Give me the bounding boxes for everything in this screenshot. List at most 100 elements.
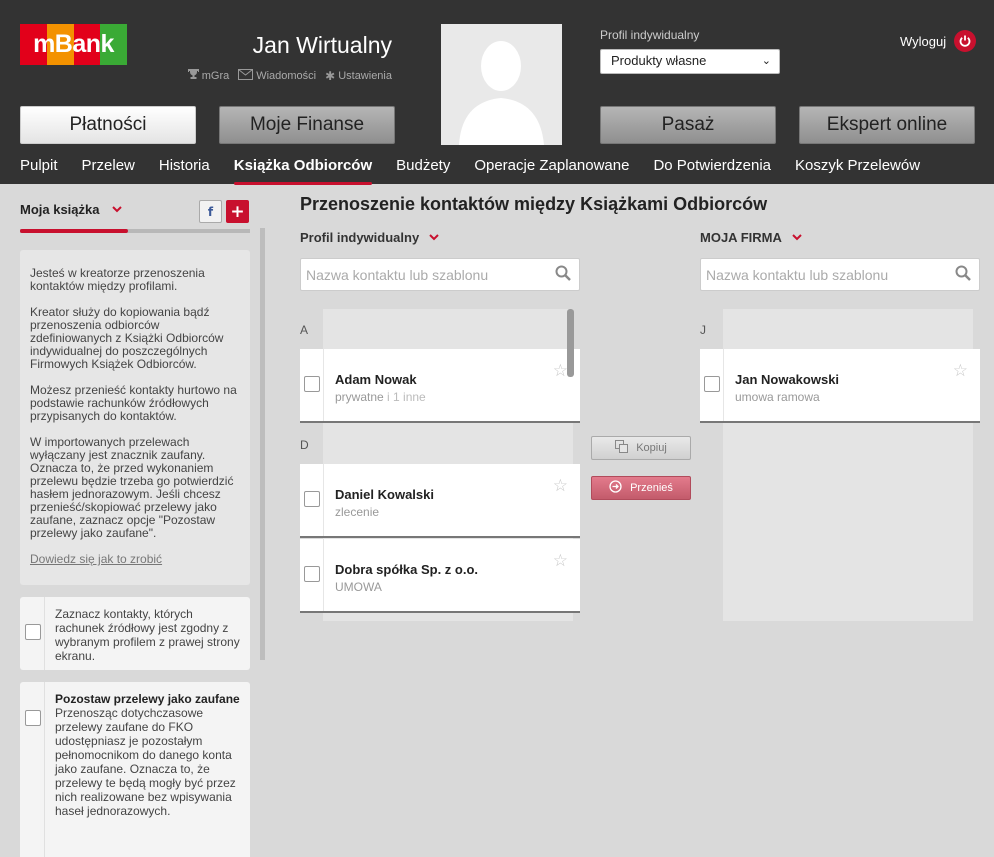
tab-ekspert-online-label: Ekspert online [826,114,948,135]
settings-link[interactable]: ✱ Ustawienia [325,68,392,83]
group-letter: J [700,323,706,337]
power-icon [954,30,977,52]
source-profile-selector[interactable]: Profil indywidualny [300,230,439,245]
book-selector[interactable]: Moja książka [20,202,122,217]
subnav-ksiazka-odbiorcow[interactable]: Książka Odbiorców [233,157,373,185]
contact-card[interactable]: Dobra spółka Sp. z o.o. UMOWA ☆ [300,539,580,613]
contact-card[interactable]: Jan Nowakowski umowa ramowa ☆ [700,349,980,423]
profile-select[interactable]: Produkty własne ⌄ [600,49,780,74]
chevron-down-icon: ⌄ [761,55,771,67]
sidebar-scrollbar[interactable] [260,228,265,660]
info-paragraph: Możesz przenieść kontakty hurtowo na pod… [30,383,237,423]
copy-button[interactable]: Kopiuj [591,436,691,460]
contact-description: prywatne [335,390,384,404]
move-button[interactable]: Przenieś [591,476,691,500]
mgra-link[interactable]: mGra [187,68,230,83]
source-search-input[interactable] [301,259,541,290]
subnav-przelew[interactable]: Przelew [82,157,135,174]
tab-moje-finanse-label: Moje Finanse [249,114,365,135]
group-letter: A [300,323,309,337]
gear-icon: ✱ [325,68,336,83]
contact-extra: i 1 inne [383,390,426,404]
target-profile-selector[interactable]: MOJA FIRMA [700,230,802,245]
contact-name: Daniel Kowalski [335,487,434,502]
help-link[interactable]: Dowiedz się jak to zrobić [30,552,162,566]
tab-pasaz[interactable]: Pasaż [600,106,776,144]
star-icon[interactable]: ☆ [553,551,568,571]
star-icon[interactable]: ☆ [553,361,568,381]
source-profile-label: Profil indywidualny [300,230,420,245]
tab-ekspert-online[interactable]: Ekspert online [799,106,975,144]
messages-link[interactable]: Wiadomości [238,68,316,83]
info-paragraph: Jesteś w kreatorze przenoszenia kontaktó… [30,266,205,293]
contact-card[interactable]: Adam Nowak prywatne i 1 inne ☆ [300,349,580,423]
tab-platnosci-label: Płatności [69,114,147,135]
settings-label: Ustawienia [338,69,392,82]
contact-checkbox[interactable] [304,566,320,582]
group-letter: D [300,438,309,452]
target-search [700,258,980,291]
mbank-logo[interactable]: mBank [20,24,127,65]
user-name: Jan Wirtualny [252,32,392,58]
star-icon[interactable]: ☆ [953,361,968,381]
target-search-input[interactable] [701,259,941,290]
source-search [300,258,580,291]
contact-card[interactable]: Daniel Kowalski zlecenie ☆ [300,464,580,538]
copy-icon [615,440,629,456]
chevron-down-icon [111,204,122,216]
profile-label: Profil indywidualny [600,28,700,42]
search-icon[interactable] [555,265,571,281]
top-header: mBank Jan Wirtualny mGra Wiadomości ✱ Us… [0,0,994,185]
tab-platnosci[interactable]: Płatności [20,106,196,144]
profile-select-value: Produkty własne [611,53,707,68]
mgra-label: mGra [201,69,230,82]
trophy-icon [187,68,199,83]
logo-text: mBank [33,30,114,58]
info-paragraph: W importowanych przelewach wyłączany jes… [30,435,234,540]
option-keep-trusted-title: Pozostaw przelewy jako zaufane [55,692,240,706]
wizard-progress [20,229,250,233]
subnav-historia[interactable]: Historia [159,157,210,174]
contact-checkbox[interactable] [304,376,320,392]
contact-checkbox[interactable] [304,491,320,507]
option-keep-trusted: Pozostaw przelewy jako zaufane Przenoszą… [20,682,250,857]
star-icon[interactable]: ☆ [553,476,568,496]
contact-name: Dobra spółka Sp. z o.o. [335,562,479,577]
subnav-koszyk-przelewow[interactable]: Koszyk Przelewów [795,157,920,174]
facebook-icon-glyph: f [207,204,214,219]
subnav-do-potwierdzenia[interactable]: Do Potwierdzenia [653,157,771,174]
option-keep-trusted-text: Przenosząc dotychczasowe przelewy zaufan… [55,706,236,818]
envelope-icon [238,68,254,83]
contact-checkbox[interactable] [704,376,720,392]
logout-label: Wyloguj [900,33,947,49]
add-contact-button[interactable]: + [226,200,249,223]
target-profile-label: MOJA FIRMA [700,230,782,245]
facebook-import-icon[interactable]: f [199,200,222,223]
arrow-right-circle-icon [609,480,622,496]
page-title: Przenoszenie kontaktów między Książkami … [300,194,768,214]
contact-description: zlecenie [335,505,380,519]
chevron-down-icon [429,232,439,244]
contact-name: Jan Nowakowski [735,372,840,387]
subnav-budzety[interactable]: Budżety [396,157,450,174]
search-icon[interactable] [955,265,971,281]
tab-moje-finanse[interactable]: Moje Finanse [219,106,395,144]
wizard-progress-fill [20,229,129,233]
logout-button[interactable]: Wyloguj [900,30,977,52]
match-account-checkbox[interactable] [25,624,41,640]
source-contact-list: A Adam Nowak prywatne i 1 inne ☆ D Danie… [300,309,580,621]
chevron-down-icon [792,232,802,244]
list-scrollbar[interactable] [567,309,574,377]
contact-description: UMOWA [335,580,382,594]
user-links: mGra Wiadomości ✱ Ustawienia [162,68,392,83]
move-label: Przenieś [630,482,673,494]
keep-trusted-checkbox[interactable] [25,710,41,726]
avatar[interactable] [441,24,562,145]
sub-navigation: Pulpit Przelew Historia Książka Odbiorcó… [20,157,920,185]
messages-label: Wiadomości [256,69,317,82]
option-match-account-text: Zaznacz kontakty, których rachunek źródł… [55,607,240,663]
contact-name: Adam Nowak [335,372,417,387]
subnav-operacje-zaplanowane[interactable]: Operacje Zaplanowane [474,157,629,174]
subnav-pulpit[interactable]: Pulpit [20,157,58,174]
checkbox-column [20,682,45,857]
